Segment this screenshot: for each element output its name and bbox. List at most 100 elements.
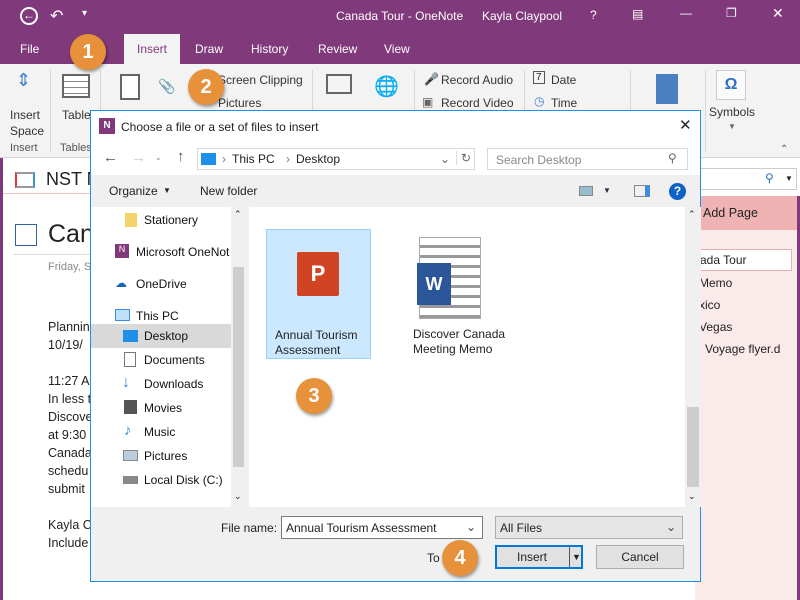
page-item[interactable]: xico (699, 298, 720, 312)
tab-draw[interactable]: Draw (195, 42, 223, 56)
tab-history[interactable]: History (251, 42, 288, 56)
nav-item-stationery[interactable]: Stationery (144, 213, 198, 227)
nav-item-onedrive[interactable]: OneDrive (136, 277, 187, 291)
time-button[interactable]: Time (551, 96, 577, 110)
nav-item-pictures[interactable]: Pictures (144, 449, 187, 463)
title-bar: ← ↶ ▾ Canada Tour - OneNote Kayla Claypo… (0, 0, 800, 34)
date-button[interactable]: Date (551, 73, 576, 87)
video-camera-icon: ▣ (422, 95, 434, 109)
screen-clipping-button[interactable]: Screen Clipping (218, 73, 303, 87)
tab-insert[interactable]: Insert (124, 34, 181, 64)
add-page-button[interactable]: Add Page (695, 196, 797, 230)
breadcrumb-this-pc[interactable]: This PC (232, 152, 275, 166)
page-item[interactable]: Vegas (699, 320, 732, 334)
undo-icon[interactable]: ↶ (50, 6, 63, 26)
close-icon[interactable]: ✕ (679, 116, 692, 134)
table-icon[interactable] (62, 74, 90, 98)
chevron-down-icon[interactable]: ⌄ (466, 520, 476, 534)
file-item-annual-tourism[interactable]: P Annual Tourism Assessment (266, 229, 371, 359)
paperclip-icon[interactable]: 📎 (158, 78, 175, 95)
desktop-icon (123, 330, 138, 342)
cancel-button[interactable]: Cancel (596, 545, 684, 569)
symbols-button[interactable]: Symbols (709, 105, 755, 119)
nav-item-this-pc[interactable]: This PC (136, 309, 179, 323)
chevron-down-icon[interactable]: ▼ (603, 186, 611, 195)
link-icon[interactable]: 🌐 (374, 74, 399, 99)
insert-space-icon[interactable]: ⇕ (16, 70, 31, 91)
file-item-discover-canada[interactable]: W Discover Canada Meeting Memo (407, 229, 512, 359)
tab-file[interactable]: File (20, 42, 39, 56)
forward-arrow-icon[interactable]: → (131, 149, 146, 166)
insert-space-label-2[interactable]: Space (10, 124, 44, 138)
omega-icon[interactable]: Ω (716, 70, 746, 100)
dialog-title: Choose a file or a set of files to inser… (121, 120, 319, 134)
refresh-icon[interactable]: ↻ (456, 151, 471, 165)
change-view-icon[interactable] (579, 186, 593, 196)
record-video-button[interactable]: Record Video (441, 96, 514, 110)
table-button[interactable]: Table (62, 108, 91, 122)
help-icon[interactable]: ? (669, 183, 686, 200)
chevron-down-icon[interactable]: ▼ (785, 174, 793, 183)
file-list: P Annual Tourism Assessment W Discover C… (249, 207, 701, 507)
file-list-scrollbar[interactable]: ⌃ ⌄ (685, 207, 701, 507)
pictures-button[interactable]: Pictures (218, 96, 261, 110)
new-folder-button[interactable]: New folder (200, 184, 257, 198)
search-desktop-input[interactable]: Search Desktop ⚲ (487, 148, 688, 170)
insert-button[interactable]: Insert ▼ (495, 545, 583, 569)
page-templates-icon[interactable] (656, 74, 678, 104)
close-icon[interactable]: ✕ (772, 5, 784, 22)
nav-scrollbar[interactable]: ⌃ ⌄ (231, 207, 246, 507)
nav-item-movies[interactable]: Movies (144, 401, 182, 415)
help-button[interactable]: ? (590, 8, 597, 22)
file-type-select[interactable]: All Files ⌄ (495, 516, 683, 539)
page-item[interactable]: Voyage flyer.d (705, 342, 780, 356)
nav-item-documents[interactable]: Documents (144, 353, 205, 367)
notebook-icon[interactable] (15, 172, 35, 188)
file-printout-icon[interactable] (120, 74, 140, 100)
file-name-input[interactable]: Annual Tourism Assessment ⌄ (281, 516, 483, 539)
clock-icon: ◷ (534, 94, 545, 108)
search-icon: ⚲ (765, 171, 774, 185)
breadcrumb-desktop[interactable]: Desktop (296, 152, 340, 166)
page-body[interactable]: Plannin 10/19/ 11:27 A In less t Discove at … (48, 318, 92, 552)
insert-space-label[interactable]: Insert (10, 108, 40, 122)
recent-locations-icon[interactable]: ⌄ (155, 153, 162, 162)
maximize-icon[interactable]: ❐ (726, 6, 737, 20)
chevron-down-icon[interactable]: ▼ (569, 547, 581, 567)
organize-button[interactable]: Organize (109, 184, 158, 198)
computer-icon (115, 309, 130, 321)
record-audio-button[interactable]: Record Audio (441, 73, 513, 87)
collapse-ribbon-icon[interactable]: ⌃ (780, 144, 788, 155)
minimize-icon[interactable]: — (680, 6, 692, 20)
back-arrow-icon[interactable]: ← (103, 149, 118, 166)
nav-item-onenote[interactable]: Microsoft OneNot (136, 245, 231, 259)
nav-item-desktop[interactable]: Desktop (144, 329, 188, 343)
file-name-label: File name: (221, 521, 278, 535)
onenote-icon: N (115, 244, 129, 258)
back-icon[interactable]: ← (20, 7, 38, 25)
page-item-active[interactable]: ada Tour (695, 249, 792, 271)
up-arrow-icon[interactable]: ↑ (177, 148, 185, 165)
chevron-down-icon[interactable]: ▼ (728, 122, 736, 131)
nav-item-music[interactable]: Music (144, 425, 175, 439)
insert-file-dialog: N Choose a file or a set of files to ins… (90, 110, 701, 582)
page-date: Friday, S (48, 261, 92, 273)
customize-icon[interactable]: ▾ (82, 8, 87, 19)
ribbon-display-icon[interactable]: ▤ (632, 7, 643, 21)
step-badge-3: 3 (296, 378, 332, 414)
tab-review[interactable]: Review (318, 42, 357, 56)
online-video-icon[interactable] (326, 74, 352, 94)
movies-icon (124, 400, 137, 414)
address-bar[interactable]: › This PC › Desktop ⌄ ↻ (197, 148, 475, 170)
this-pc-icon (201, 153, 216, 165)
chevron-down-icon[interactable]: ⌄ (440, 152, 450, 166)
tab-view[interactable]: View (384, 42, 410, 56)
nav-item-downloads[interactable]: Downloads (144, 377, 203, 391)
preview-pane-icon[interactable] (634, 185, 650, 197)
page-item[interactable]: Memo (699, 276, 732, 290)
tools-button[interactable]: To (427, 551, 440, 565)
page-checkbox[interactable] (15, 224, 37, 246)
search-notes-input[interactable]: ⚲ ▼ (690, 168, 797, 190)
nav-item-local-disk[interactable]: Local Disk (C:) (144, 473, 223, 487)
user-name[interactable]: Kayla Claypool (482, 9, 562, 23)
